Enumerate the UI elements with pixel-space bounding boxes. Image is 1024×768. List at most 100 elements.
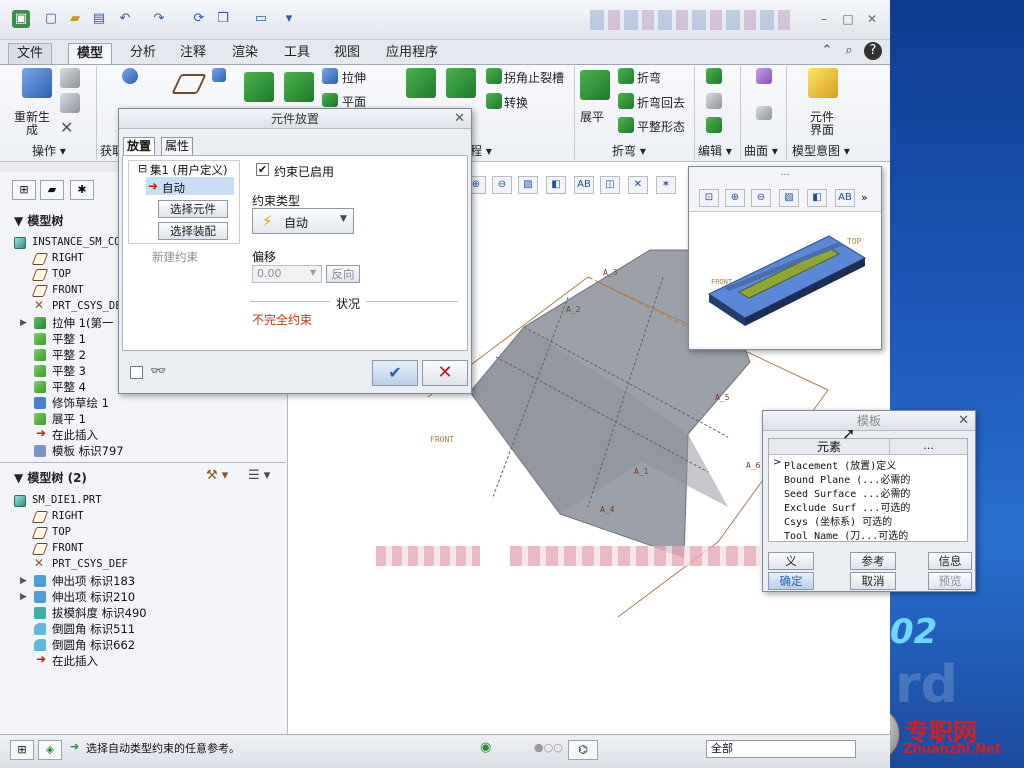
extrude-icon[interactable] <box>322 68 338 84</box>
paste-icon[interactable] <box>60 93 80 113</box>
group-model-intent[interactable]: 模型意图 ▾ <box>792 142 850 160</box>
tree2-item-csys[interactable]: PRT_CSYS_DEF <box>52 558 128 570</box>
tree-item-instance[interactable]: INSTANCE_SM_COV <box>32 236 127 248</box>
bend-icon[interactable] <box>446 68 476 98</box>
tree2-item-round-662[interactable]: 倒圆角 标识662 <box>52 637 135 653</box>
preview-toggle-checkbox[interactable] <box>130 366 143 379</box>
undo-icon[interactable]: ↶ <box>116 10 134 28</box>
convert-label[interactable]: 转换 <box>504 94 528 111</box>
tab-tools[interactable]: 工具 <box>276 43 318 64</box>
tree-item-top[interactable]: TOP <box>52 268 71 280</box>
extrude-feature-icon[interactable] <box>244 72 274 102</box>
edit-merge-icon[interactable] <box>706 117 722 133</box>
new-file-icon[interactable]: ▢ <box>42 10 60 28</box>
tab-render[interactable]: 渲染 <box>224 43 266 64</box>
preview-zoom-out-icon[interactable]: ⊖ <box>751 189 771 207</box>
tree-settings-icon[interactable]: ⚒ ▾ <box>206 468 228 483</box>
element-row[interactable]: Exclude Surf ...可选的 <box>784 499 910 514</box>
tree-item-template[interactable]: 模板 标识797 <box>52 443 124 459</box>
corner-relief-icon[interactable] <box>486 68 502 84</box>
constraint-enabled-checkbox[interactable]: ✔ <box>256 163 269 176</box>
tree-item-unfold[interactable]: 展平 1 <box>52 411 86 427</box>
expand-arrow-icon[interactable]: ▶ <box>20 592 27 602</box>
folder-browser-tab-icon[interactable]: ▰ <box>40 180 64 200</box>
tree-item-extrude[interactable]: 拉伸 1(第一 <box>52 315 113 331</box>
customize-toolbar-chevron-icon[interactable]: ▾ <box>280 10 298 28</box>
unfold-label[interactable]: 展平 <box>580 108 604 125</box>
tree2-item-front[interactable]: FRONT <box>52 542 84 554</box>
fold-icon[interactable] <box>618 68 634 84</box>
show-browser-icon[interactable]: ◈ <box>38 740 62 760</box>
unfold-icon[interactable] <box>580 70 610 100</box>
search-icon[interactable]: ⌕ <box>840 42 858 60</box>
tab-annotate[interactable]: 注释 <box>172 43 214 64</box>
convert-icon[interactable] <box>486 93 502 109</box>
flat-form-label[interactable]: 平整形态 <box>637 118 685 135</box>
offset-chevron-down-icon[interactable]: ▼ <box>310 268 316 277</box>
selection-filter-select[interactable]: 全部 <box>706 740 856 758</box>
select-component-button[interactable]: 选择元件 <box>158 200 228 218</box>
edit-pattern-icon[interactable] <box>706 68 722 84</box>
tree2-item-protrusion-183[interactable]: 伸出项 标识183 <box>52 573 135 589</box>
get-data-icon[interactable] <box>122 68 138 84</box>
close-button[interactable]: ✕ <box>862 10 882 28</box>
save-icon[interactable]: ▤ <box>90 10 108 28</box>
tab-model[interactable]: 模型 <box>68 43 113 64</box>
tree-item-flat-1[interactable]: 平整 1 <box>52 331 86 347</box>
tree-columns-icon[interactable]: ☰ ▾ <box>248 468 270 483</box>
group-surface[interactable]: 曲面 ▾ <box>744 142 778 160</box>
template-cancel-button[interactable]: 取消 <box>850 572 896 590</box>
tree2-item-top[interactable]: TOP <box>52 526 71 538</box>
group-fold[interactable]: 折弯 ▾ <box>612 142 646 160</box>
expand-arrow-icon[interactable]: ▶ <box>20 576 27 586</box>
tree2-item-round-511[interactable]: 倒圆角 标识511 <box>52 621 135 637</box>
regen-status-icon[interactable]: ◉ <box>480 740 491 755</box>
tab-placement[interactable]: 放置 <box>123 137 156 155</box>
tab-analysis[interactable]: 分析 <box>122 43 164 64</box>
group-engineering[interactable]: 程 ▾ <box>470 142 492 160</box>
tree-item-insert-here[interactable]: 在此插入 <box>52 427 98 443</box>
ok-button[interactable]: 确定 <box>768 572 814 590</box>
flat-feature-icon[interactable] <box>284 72 314 102</box>
surface-style-icon[interactable] <box>756 106 772 120</box>
tree2-item-right[interactable]: RIGHT <box>52 510 84 522</box>
tree2-item-insert-here[interactable]: 在此插入 <box>52 653 98 669</box>
element-row[interactable]: Bound Plane (...必需的 <box>784 471 910 486</box>
tree-item-flat-4[interactable]: 平整 4 <box>52 379 86 395</box>
edit-mirror-icon[interactable] <box>706 93 722 109</box>
model-tree-tab-icon[interactable]: ⊞ <box>12 180 36 200</box>
model-tree-header[interactable]: ▼ 模型树 <box>14 212 63 229</box>
copy-icon[interactable] <box>60 68 80 88</box>
windows-icon[interactable]: ❐ <box>214 10 232 28</box>
redo-icon[interactable]: ↷ <box>150 10 168 28</box>
tree2-item-draft-490[interactable]: 拔模斜度 标识490 <box>52 605 147 621</box>
confirm-button[interactable]: ✔ <box>372 360 418 386</box>
extrude-label[interactable]: 拉伸 <box>342 69 366 86</box>
collapse-ribbon-icon[interactable]: ⌃ <box>818 42 836 60</box>
fold-back-label[interactable]: 折弯回去 <box>637 94 685 111</box>
element-row[interactable]: Placement (放置)定义 <box>784 457 896 472</box>
favorites-tab-icon[interactable]: ✱ <box>70 180 94 200</box>
fold-label[interactable]: 折弯 <box>637 69 661 86</box>
preview-zoom-in-icon[interactable]: ⊕ <box>725 189 745 207</box>
find-binoculars-icon[interactable]: ⌬ <box>568 740 598 760</box>
tree-item-right[interactable]: RIGHT <box>52 252 84 264</box>
column-header-more[interactable]: ... <box>889 439 967 455</box>
element-row[interactable]: Seed Surface ...必需的 <box>784 485 910 500</box>
regenerate-big-icon[interactable] <box>22 68 52 98</box>
help-icon[interactable]: ? <box>864 42 882 60</box>
tab-properties[interactable]: 属性 <box>161 137 194 155</box>
surface-fill-icon[interactable] <box>756 68 772 84</box>
close-window-icon[interactable]: ▭ <box>252 10 270 28</box>
collapse-set-icon[interactable]: ⊟ <box>138 162 147 175</box>
flange-icon[interactable] <box>406 68 436 98</box>
reference-button[interactable]: 参考 <box>850 552 896 570</box>
preview-refit-icon[interactable]: ⊡ <box>699 189 719 207</box>
tree-item-front[interactable]: FRONT <box>52 284 84 296</box>
corner-relief-label[interactable]: 拐角止裂槽 <box>504 69 564 86</box>
open-folder-icon[interactable]: ▰ <box>66 10 84 28</box>
regenerate-label-2[interactable]: 成 <box>26 121 38 138</box>
template-dialog-close-icon[interactable]: ✕ <box>958 411 969 431</box>
tree2-item-protrusion-210[interactable]: 伸出项 标识210 <box>52 589 135 605</box>
column-header-element[interactable]: 元素 <box>769 439 889 455</box>
